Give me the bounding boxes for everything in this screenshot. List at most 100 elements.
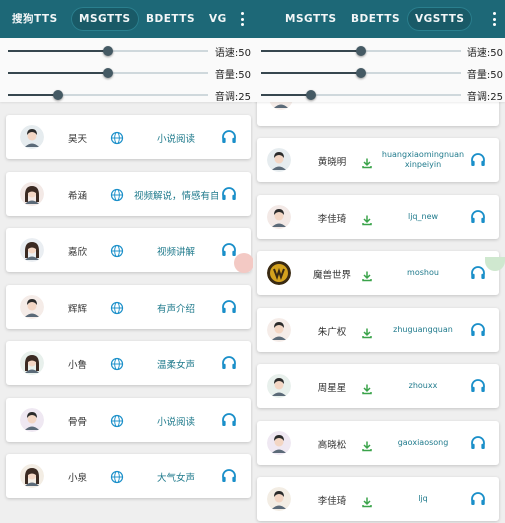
- voice-id: zhuguangquan: [393, 324, 453, 334]
- tab-msgtts[interactable]: MSGTTS: [71, 7, 139, 31]
- download-icon[interactable]: [361, 324, 373, 338]
- tab-bdetts[interactable]: BDETTS: [343, 7, 408, 31]
- download-icon[interactable]: [361, 211, 373, 225]
- slider-label: 音量:50: [466, 70, 503, 81]
- avatar: [267, 374, 291, 398]
- voice-card[interactable]: 小泉 大气女声: [6, 454, 251, 498]
- globe-icon: [110, 130, 124, 145]
- voice-name: 魔兽世界: [312, 270, 351, 281]
- headphones-icon[interactable]: [469, 208, 487, 226]
- slider-track[interactable]: [261, 68, 461, 78]
- voice-card[interactable]: 李佳琦 ljq_new: [257, 194, 499, 239]
- voice-id: zhouxx: [408, 381, 438, 390]
- slider-row: 音量:50: [0, 65, 253, 81]
- voice-card[interactable]: 李佳琦 ljq: [257, 477, 499, 521]
- slider-fill: [261, 50, 361, 52]
- tab-bdetts[interactable]: BDETTS: [138, 7, 203, 31]
- voice-description: 小说阅读: [156, 416, 195, 428]
- voice-name: 小鲁: [68, 360, 88, 371]
- voice-card[interactable]: 昊天 小说阅读: [6, 115, 251, 159]
- slider-track[interactable]: [8, 68, 208, 78]
- headphones-icon[interactable]: [469, 151, 487, 169]
- voice-name: 朱广权: [317, 326, 347, 338]
- headphones-icon[interactable]: [220, 128, 238, 146]
- avatar: [267, 487, 291, 511]
- avatar: [20, 238, 44, 262]
- headphones-icon[interactable]: [469, 434, 487, 452]
- headphones-icon[interactable]: [220, 298, 238, 316]
- slider-thumb[interactable]: [356, 46, 366, 56]
- headphones-icon[interactable]: [220, 185, 238, 203]
- slider-label: 音调:25: [214, 92, 251, 103]
- headphones-icon[interactable]: [469, 377, 487, 395]
- slider-thumb[interactable]: [103, 68, 113, 78]
- slider-track[interactable]: [261, 46, 461, 56]
- voice-card[interactable]: 嘉欣 视频讲解: [6, 228, 251, 272]
- slider-thumb[interactable]: [306, 90, 316, 100]
- warcraft-logo: [267, 261, 291, 285]
- voice-card[interactable]: 希涵 视频解说，情感有自: [6, 171, 251, 216]
- download-icon[interactable]: [361, 493, 373, 508]
- slider-row: 音量:50: [253, 65, 505, 81]
- voice-name: 周星星: [317, 383, 347, 394]
- voice-card[interactable]: 小鲁 温柔女声: [6, 341, 251, 385]
- left-screen: 搜狗TTS MSGTTS BDETTS VG 语速:50 音量:50 音调:25 昊…: [0, 0, 253, 523]
- right-slider-panel: 语速:50 音量:50 音调:25: [253, 38, 505, 103]
- avatar: [20, 407, 44, 432]
- slider-label: 音调:25: [466, 92, 503, 103]
- slider-fill: [8, 94, 58, 96]
- headphones-icon[interactable]: [469, 490, 487, 508]
- avatar: [267, 204, 291, 229]
- voice-card[interactable]: 周星星 zhouxx: [257, 364, 499, 408]
- voice-card[interactable]: 朱广权 zhuguangquan: [257, 307, 499, 352]
- voice-name: 李佳琦: [317, 496, 347, 507]
- headphones-icon[interactable]: [220, 411, 238, 429]
- tab-msgtts[interactable]: MSGTTS: [277, 7, 345, 31]
- globe-icon: [110, 413, 124, 427]
- more-menu-icon[interactable]: [487, 9, 501, 29]
- headphones-icon[interactable]: [469, 321, 487, 339]
- voice-card[interactable]: 魔兽世界 moshou: [257, 251, 499, 295]
- slider-label: 语速:50: [214, 48, 251, 59]
- headphones-icon[interactable]: [469, 264, 487, 282]
- globe-icon: [110, 243, 124, 258]
- download-icon[interactable]: [361, 267, 373, 282]
- voice-card[interactable]: 骨骨 小说阅读: [6, 397, 251, 442]
- slider-track[interactable]: [8, 90, 208, 100]
- globe-icon: [110, 469, 124, 484]
- avatar: [267, 430, 291, 455]
- download-icon[interactable]: [361, 380, 373, 395]
- download-icon[interactable]: [361, 154, 373, 169]
- avatar: [267, 148, 291, 172]
- slider-row: 音调:25: [0, 87, 253, 103]
- left-voice-list: 昊天 小说阅读 希涵 视频解说，情感有自 嘉欣 视频讲解 辉辉 有声介绍 小鲁 温柔女声骨骨 小说阅…: [0, 102, 253, 523]
- voice-id: ljq: [418, 494, 428, 503]
- voice-name: 高晓松: [317, 439, 347, 451]
- headphones-icon[interactable]: [220, 467, 238, 485]
- left-slider-panel: 语速:50 音量:50 音调:25: [0, 38, 253, 103]
- voice-card[interactable]: 黄晓明 huangxiaomingnuanxinpeiyin: [257, 138, 499, 182]
- slider-fill: [261, 94, 311, 96]
- tab-vgstts[interactable]: VGSTTS: [407, 7, 473, 31]
- slider-thumb[interactable]: [356, 68, 366, 78]
- slider-row: 语速:50: [253, 43, 505, 59]
- voice-name: 骨骨: [68, 416, 88, 428]
- tab-vg-partial[interactable]: VG: [201, 7, 235, 31]
- voice-id: moshou: [407, 268, 439, 277]
- right-voice-list: 黄晓明 huangxiaomingnuanxinpeiyin 李佳琦 ljq_new 魔…: [253, 82, 505, 523]
- slider-thumb[interactable]: [53, 90, 63, 100]
- right-screen: MSGTTS BDETTS VGSTTS 语速:50 音量:50 音调:25 黄晓明…: [253, 0, 505, 523]
- headphones-icon[interactable]: [220, 354, 238, 372]
- voice-description: 有声介绍: [156, 303, 195, 315]
- slider-track[interactable]: [261, 90, 461, 100]
- avatar: [20, 181, 44, 206]
- slider-fill: [8, 72, 108, 74]
- more-menu-icon[interactable]: [235, 9, 249, 29]
- tab-sougou-tts[interactable]: 搜狗TTS: [4, 7, 66, 31]
- slider-track[interactable]: [8, 46, 208, 56]
- slider-thumb[interactable]: [103, 46, 113, 56]
- voice-card[interactable]: 高晓松 gaoxiaosong: [257, 420, 499, 465]
- voice-id: gaoxiaosong: [397, 437, 449, 447]
- download-icon[interactable]: [361, 437, 373, 451]
- voice-card[interactable]: 辉辉 有声介绍: [6, 284, 251, 329]
